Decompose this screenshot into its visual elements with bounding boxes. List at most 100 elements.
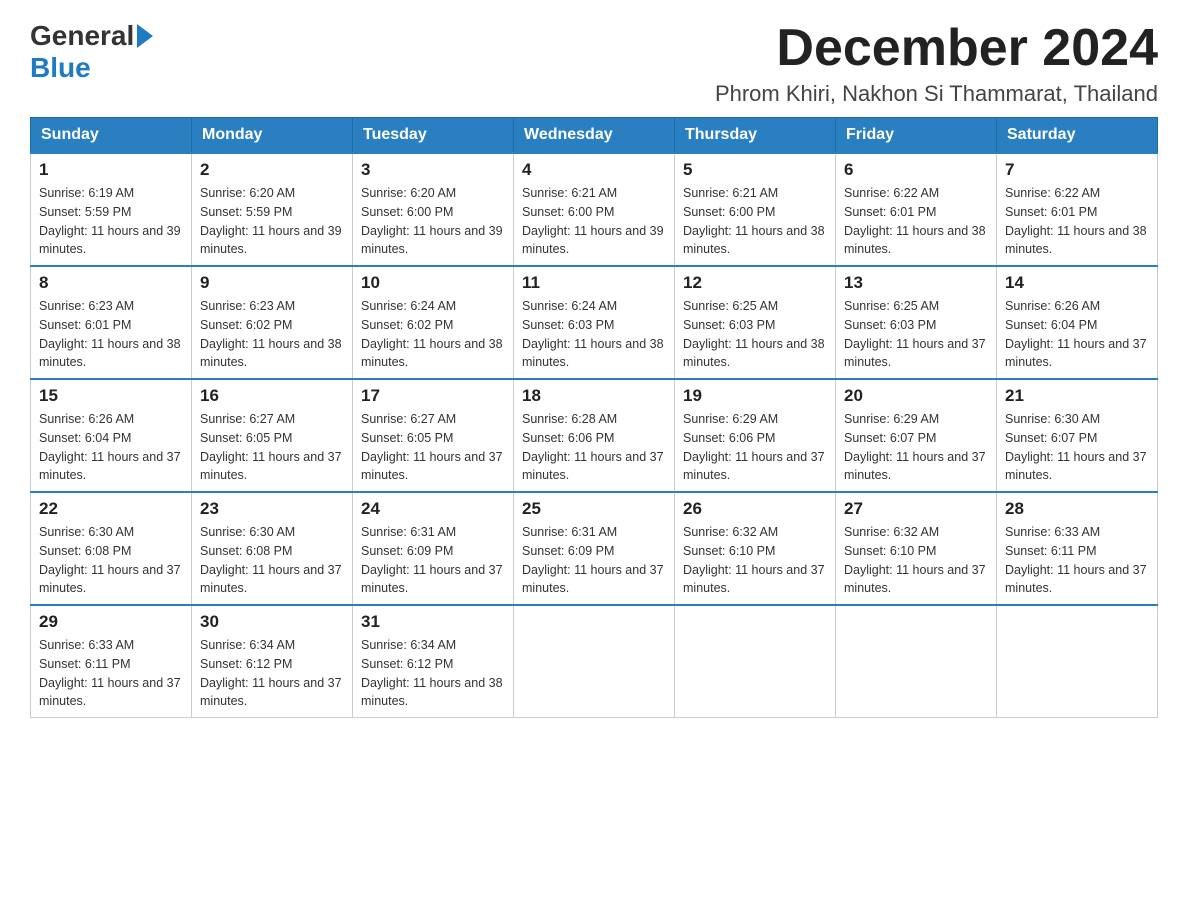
day-number: 31 xyxy=(361,612,505,632)
calendar-cell: 29Sunrise: 6:33 AMSunset: 6:11 PMDayligh… xyxy=(31,605,192,718)
calendar-cell xyxy=(997,605,1158,718)
day-number: 21 xyxy=(1005,386,1149,406)
day-number: 15 xyxy=(39,386,183,406)
title-area: December 2024 Phrom Khiri, Nakhon Si Tha… xyxy=(715,20,1158,107)
column-header-monday: Monday xyxy=(192,118,353,154)
day-info: Sunrise: 6:21 AMSunset: 6:00 PMDaylight:… xyxy=(522,184,666,259)
logo-blue-text: Blue xyxy=(30,52,91,83)
calendar-cell: 15 Sunrise: 6:26 AMSunset: 6:04 PMDayligh… xyxy=(31,379,192,492)
day-info: Sunrise: 6:25 AMSunset: 6:03 PMDaylight:… xyxy=(683,297,827,372)
column-header-saturday: Saturday xyxy=(997,118,1158,154)
calendar-cell: 12 Sunrise: 6:25 AMSunset: 6:03 PMDayligh… xyxy=(675,266,836,379)
day-info: Sunrise: 6:20 AMSunset: 6:00 PMDaylight:… xyxy=(361,184,505,259)
calendar-cell: 18Sunrise: 6:28 AMSunset: 6:06 PMDayligh… xyxy=(514,379,675,492)
day-info: Sunrise: 6:32 AMSunset: 6:10 PMDaylight:… xyxy=(844,523,988,598)
calendar-week-row: 22Sunrise: 6:30 AMSunset: 6:08 PMDayligh… xyxy=(31,492,1158,605)
calendar-cell: 24 Sunrise: 6:31 AMSunset: 6:09 PMDayligh… xyxy=(353,492,514,605)
day-info: Sunrise: 6:19 AMSunset: 5:59 PMDaylight:… xyxy=(39,184,183,259)
day-info: Sunrise: 6:22 AMSunset: 6:01 PMDaylight:… xyxy=(844,184,988,259)
day-info: Sunrise: 6:34 AMSunset: 6:12 PMDaylight:… xyxy=(200,636,344,711)
calendar-cell: 13Sunrise: 6:25 AMSunset: 6:03 PMDayligh… xyxy=(836,266,997,379)
day-info: Sunrise: 6:26 AMSunset: 6:04 PMDaylight:… xyxy=(1005,297,1149,372)
day-number: 1 xyxy=(39,160,183,180)
logo-triangle-icon xyxy=(137,24,153,48)
day-info: Sunrise: 6:31 AMSunset: 6:09 PMDaylight:… xyxy=(522,523,666,598)
day-info: Sunrise: 6:34 AMSunset: 6:12 PMDaylight:… xyxy=(361,636,505,711)
day-info: Sunrise: 6:30 AMSunset: 6:08 PMDaylight:… xyxy=(39,523,183,598)
day-info: Sunrise: 6:24 AMSunset: 6:03 PMDaylight:… xyxy=(522,297,666,372)
calendar-cell: 10 Sunrise: 6:24 AMSunset: 6:02 PMDayligh… xyxy=(353,266,514,379)
calendar-cell: 19Sunrise: 6:29 AMSunset: 6:06 PMDayligh… xyxy=(675,379,836,492)
day-number: 11 xyxy=(522,273,666,293)
page-header: General Blue December 2024 Phrom Khiri, … xyxy=(30,20,1158,107)
calendar-table: SundayMondayTuesdayWednesdayThursdayFrid… xyxy=(30,117,1158,718)
day-number: 28 xyxy=(1005,499,1149,519)
calendar-cell: 31 Sunrise: 6:34 AMSunset: 6:12 PMDayligh… xyxy=(353,605,514,718)
day-number: 5 xyxy=(683,160,827,180)
calendar-cell: 30 Sunrise: 6:34 AMSunset: 6:12 PMDayligh… xyxy=(192,605,353,718)
page-title: December 2024 xyxy=(715,20,1158,77)
column-header-tuesday: Tuesday xyxy=(353,118,514,154)
calendar-cell: 28 Sunrise: 6:33 AMSunset: 6:11 PMDayligh… xyxy=(997,492,1158,605)
calendar-cell: 27 Sunrise: 6:32 AMSunset: 6:10 PMDayligh… xyxy=(836,492,997,605)
day-number: 4 xyxy=(522,160,666,180)
calendar-cell: 7 Sunrise: 6:22 AMSunset: 6:01 PMDaylight… xyxy=(997,153,1158,266)
day-number: 3 xyxy=(361,160,505,180)
calendar-week-row: 1 Sunrise: 6:19 AMSunset: 5:59 PMDaylight… xyxy=(31,153,1158,266)
calendar-cell: 3 Sunrise: 6:20 AMSunset: 6:00 PMDaylight… xyxy=(353,153,514,266)
day-number: 8 xyxy=(39,273,183,293)
calendar-week-row: 29Sunrise: 6:33 AMSunset: 6:11 PMDayligh… xyxy=(31,605,1158,718)
calendar-cell: 26Sunrise: 6:32 AMSunset: 6:10 PMDayligh… xyxy=(675,492,836,605)
day-info: Sunrise: 6:30 AMSunset: 6:08 PMDaylight:… xyxy=(200,523,344,598)
calendar-cell: 20Sunrise: 6:29 AMSunset: 6:07 PMDayligh… xyxy=(836,379,997,492)
day-info: Sunrise: 6:22 AMSunset: 6:01 PMDaylight:… xyxy=(1005,184,1149,259)
day-info: Sunrise: 6:30 AMSunset: 6:07 PMDaylight:… xyxy=(1005,410,1149,485)
day-number: 12 xyxy=(683,273,827,293)
calendar-week-row: 8 Sunrise: 6:23 AMSunset: 6:01 PMDaylight… xyxy=(31,266,1158,379)
day-info: Sunrise: 6:20 AMSunset: 5:59 PMDaylight:… xyxy=(200,184,344,259)
day-number: 6 xyxy=(844,160,988,180)
day-info: Sunrise: 6:33 AMSunset: 6:11 PMDaylight:… xyxy=(1005,523,1149,598)
day-info: Sunrise: 6:24 AMSunset: 6:02 PMDaylight:… xyxy=(361,297,505,372)
calendar-cell: 21 Sunrise: 6:30 AMSunset: 6:07 PMDayligh… xyxy=(997,379,1158,492)
day-info: Sunrise: 6:31 AMSunset: 6:09 PMDaylight:… xyxy=(361,523,505,598)
calendar-cell: 6 Sunrise: 6:22 AMSunset: 6:01 PMDaylight… xyxy=(836,153,997,266)
calendar-cell: 14 Sunrise: 6:26 AMSunset: 6:04 PMDayligh… xyxy=(997,266,1158,379)
page-subtitle: Phrom Khiri, Nakhon Si Thammarat, Thaila… xyxy=(715,81,1158,107)
day-number: 23 xyxy=(200,499,344,519)
calendar-cell: 5 Sunrise: 6:21 AMSunset: 6:00 PMDaylight… xyxy=(675,153,836,266)
day-number: 25 xyxy=(522,499,666,519)
day-info: Sunrise: 6:21 AMSunset: 6:00 PMDaylight:… xyxy=(683,184,827,259)
column-header-friday: Friday xyxy=(836,118,997,154)
day-number: 7 xyxy=(1005,160,1149,180)
calendar-cell: 2 Sunrise: 6:20 AMSunset: 5:59 PMDaylight… xyxy=(192,153,353,266)
calendar-cell xyxy=(514,605,675,718)
day-info: Sunrise: 6:26 AMSunset: 6:04 PMDaylight:… xyxy=(39,410,183,485)
day-number: 24 xyxy=(361,499,505,519)
calendar-cell: 23 Sunrise: 6:30 AMSunset: 6:08 PMDayligh… xyxy=(192,492,353,605)
calendar-cell: 1 Sunrise: 6:19 AMSunset: 5:59 PMDaylight… xyxy=(31,153,192,266)
logo-general-text: General xyxy=(30,20,134,52)
day-number: 9 xyxy=(200,273,344,293)
logo: General Blue xyxy=(30,20,156,84)
column-header-wednesday: Wednesday xyxy=(514,118,675,154)
calendar-week-row: 15 Sunrise: 6:26 AMSunset: 6:04 PMDayligh… xyxy=(31,379,1158,492)
day-number: 17 xyxy=(361,386,505,406)
day-info: Sunrise: 6:23 AMSunset: 6:01 PMDaylight:… xyxy=(39,297,183,372)
day-number: 27 xyxy=(844,499,988,519)
day-number: 10 xyxy=(361,273,505,293)
calendar-cell: 16 Sunrise: 6:27 AMSunset: 6:05 PMDayligh… xyxy=(192,379,353,492)
calendar-cell: 8 Sunrise: 6:23 AMSunset: 6:01 PMDaylight… xyxy=(31,266,192,379)
day-number: 16 xyxy=(200,386,344,406)
calendar-cell xyxy=(836,605,997,718)
day-info: Sunrise: 6:27 AMSunset: 6:05 PMDaylight:… xyxy=(200,410,344,485)
column-header-thursday: Thursday xyxy=(675,118,836,154)
calendar-cell xyxy=(675,605,836,718)
day-number: 30 xyxy=(200,612,344,632)
day-number: 2 xyxy=(200,160,344,180)
day-info: Sunrise: 6:29 AMSunset: 6:06 PMDaylight:… xyxy=(683,410,827,485)
day-number: 14 xyxy=(1005,273,1149,293)
day-info: Sunrise: 6:28 AMSunset: 6:06 PMDaylight:… xyxy=(522,410,666,485)
day-info: Sunrise: 6:29 AMSunset: 6:07 PMDaylight:… xyxy=(844,410,988,485)
column-header-sunday: Sunday xyxy=(31,118,192,154)
